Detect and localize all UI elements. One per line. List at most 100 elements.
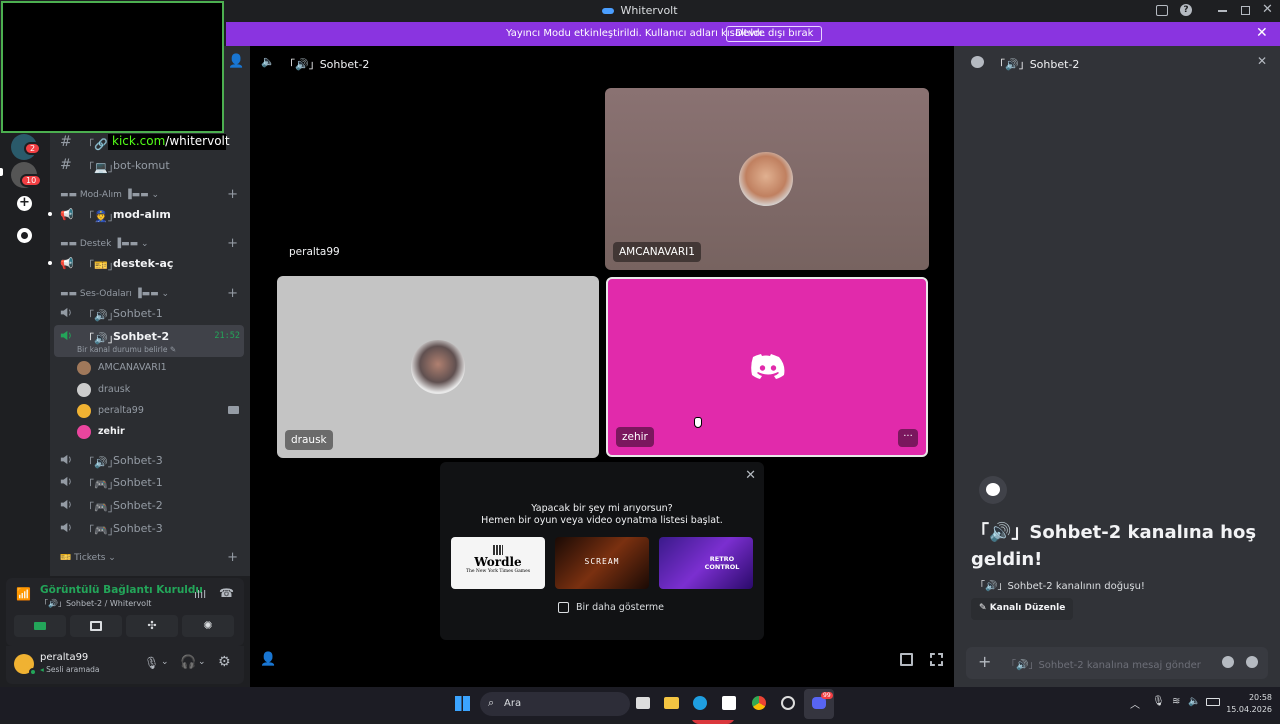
voice-member[interactable]: peralta99	[77, 402, 247, 420]
message-input[interactable]: + 「🔊」Sohbet-2 kanalına mesaj gönder	[966, 647, 1268, 679]
soundboard-button[interactable]: ✺	[182, 615, 234, 637]
activities-button[interactable]: ✣	[126, 615, 178, 637]
voice-channel-sohbet-2-active[interactable]: 「🔊」 Sohbet-2 21:52	[50, 326, 250, 346]
close-chat-icon[interactable]: ✕	[1257, 54, 1267, 68]
channel-bot-komut[interactable]: # 「💻」 bot-komut	[50, 155, 250, 175]
microphone-tray-icon[interactable]: 🎙	[1152, 696, 1165, 707]
category-ses-odalari[interactable]: ▬▬ Ses-Odaları ▐▬▬ ⌄ +	[60, 286, 250, 301]
voice-member[interactable]: zehir	[77, 423, 247, 441]
category-tickets[interactable]: 🎫 Tickets ⌄ +	[60, 550, 250, 565]
add-channel-icon[interactable]: +	[227, 187, 238, 202]
windows-start-icon[interactable]	[455, 696, 470, 711]
voice-channel-sohbet-3[interactable]: 「🔊」 Sohbet-3	[50, 450, 250, 470]
banner-close-icon[interactable]: ✕	[1256, 25, 1268, 41]
more-options-icon[interactable]: ···	[898, 429, 918, 447]
participant-tile-drausk[interactable]: drausk	[277, 276, 599, 458]
popout-icon[interactable]	[900, 653, 913, 666]
channel-mod-alim[interactable]: 📢 「👮」 mod-alım	[48, 204, 250, 224]
kick-link-overlay: kick.com/whitervolt	[108, 134, 230, 150]
participant-name: peralta99	[289, 246, 340, 258]
channel-status-setter[interactable]: Bir kanal durumu belirle ✎	[77, 345, 176, 354]
avatar	[411, 340, 465, 394]
speaker-icon	[60, 330, 71, 341]
chevron-down-icon[interactable]: ⌄	[161, 657, 169, 667]
maximize-icon[interactable]	[1241, 6, 1250, 15]
voice-member[interactable]: drausk	[77, 381, 247, 399]
participant-tile-amcanavari1[interactable]: AMCANAVARI1	[605, 88, 929, 270]
game-card-retro-control[interactable]: RETRO CONTROL	[659, 537, 753, 589]
discord-taskbar-button[interactable]: 99	[804, 689, 834, 719]
chevron-down-icon[interactable]: ⌄	[198, 657, 206, 667]
task-view-icon[interactable]	[636, 697, 650, 709]
game-title: Wordle	[474, 555, 522, 569]
unread-dot	[48, 212, 52, 216]
clock-date[interactable]: 15.04.2026	[1222, 705, 1272, 714]
voice-status[interactable]: Görüntülü Bağlantı Kuruldu	[40, 584, 203, 596]
taskbar-search[interactable]: ⌕ Ara	[480, 692, 630, 716]
chevron-up-icon[interactable]: ︿	[1130, 696, 1140, 711]
game-title: SCREAM	[584, 557, 620, 566]
volume-icon[interactable]: 🔈	[1188, 696, 1200, 707]
voice-channel-sohbet-1-game[interactable]: 「🎮」 Sohbet-1	[50, 472, 250, 492]
speaker-icon	[60, 454, 71, 465]
edge-icon[interactable]	[693, 696, 707, 710]
category-destek[interactable]: ▬▬ Destek ▐▬▬ ⌄ +	[60, 236, 250, 251]
signal-icon[interactable]: 📶	[16, 587, 31, 601]
emoji-icon[interactable]	[1222, 656, 1234, 668]
headphones-icon[interactable]: 🎧	[180, 655, 196, 670]
dont-show-checkbox[interactable]	[558, 602, 569, 613]
app-icon[interactable]	[781, 696, 795, 710]
screen-share-button[interactable]	[70, 615, 122, 637]
disconnect-icon[interactable]: ☎	[219, 586, 234, 600]
add-server-icon[interactable]: +	[17, 196, 32, 211]
minimize-icon[interactable]	[1218, 10, 1227, 12]
add-member-icon[interactable]: 👤	[228, 54, 244, 69]
voice-channel-sohbet-3-game[interactable]: 「🎮」 Sohbet-3	[50, 518, 250, 538]
add-participant-icon[interactable]: 👤	[260, 652, 276, 667]
username[interactable]: peralta99	[40, 652, 88, 663]
sticker-icon[interactable]	[1246, 656, 1258, 668]
megaphone-icon: 📢	[60, 208, 74, 221]
kick-domain: kick.com	[112, 134, 166, 148]
discover-icon[interactable]	[17, 228, 32, 243]
online-status-icon	[29, 668, 37, 676]
game-card-scream[interactable]: SCREAM	[555, 537, 649, 589]
wifi-icon[interactable]: ≋	[1172, 696, 1180, 707]
add-channel-icon[interactable]: +	[227, 286, 238, 301]
screen-share-icon[interactable]	[1156, 5, 1168, 16]
chevron-down-icon: ⌄	[161, 289, 170, 299]
participant-tile-zehir[interactable]: zehir ···	[606, 277, 928, 457]
disable-streamer-mode-button[interactable]: Devre dışı bırak	[726, 26, 823, 42]
file-explorer-icon[interactable]	[664, 697, 679, 709]
server-badge: 2	[24, 142, 42, 155]
noise-suppression-icon[interactable]: ılıl	[194, 588, 206, 601]
add-channel-icon[interactable]: +	[227, 550, 238, 565]
add-attachment-icon[interactable]: +	[978, 652, 991, 671]
close-window-icon[interactable]: ✕	[1262, 2, 1273, 17]
megaphone-icon: 📢	[60, 257, 74, 270]
chrome-icon[interactable]	[752, 696, 766, 710]
game-card-wordle[interactable]: Wordle The New York Times Games	[451, 537, 545, 589]
avatar	[77, 361, 91, 375]
category-suffix: ▐▬▬	[111, 239, 139, 249]
battery-icon[interactable]	[1206, 698, 1220, 706]
help-icon[interactable]: ?	[1180, 4, 1192, 16]
fullscreen-icon[interactable]	[930, 653, 943, 666]
gear-icon[interactable]: ⚙	[218, 654, 231, 670]
hash-icon: #	[60, 157, 72, 173]
close-popup-icon[interactable]: ✕	[745, 468, 756, 483]
voice-channel-sohbet-1[interactable]: 「🔊」 Sohbet-1	[50, 303, 250, 323]
voice-channel-sohbet-2-game[interactable]: 「🎮」 Sohbet-2	[50, 495, 250, 515]
add-channel-icon[interactable]: +	[227, 236, 238, 251]
microphone-icon[interactable]: 🎙	[144, 656, 159, 670]
edit-channel-button[interactable]: ✎ Kanalı Düzenle	[971, 598, 1074, 620]
category-mod-alim[interactable]: ▬▬ Mod-Alım ▐▬▬ ⌄ +	[60, 187, 250, 202]
store-icon[interactable]	[722, 696, 736, 710]
chat-header: 「🔊」Sohbet-2	[994, 58, 1080, 71]
channel-destek-ac[interactable]: 📢 「🎫」 destek-aç	[48, 253, 250, 273]
camera-toggle-button[interactable]	[14, 615, 66, 637]
participant-tile-peralta99[interactable]: peralta99	[277, 88, 599, 270]
voice-member[interactable]: AMCANAVARI1	[77, 359, 247, 377]
clock-time[interactable]: 20:58	[1230, 693, 1272, 702]
voice-location[interactable]: 「🔊」Sohbet-2 / Whitervolt	[40, 598, 151, 609]
